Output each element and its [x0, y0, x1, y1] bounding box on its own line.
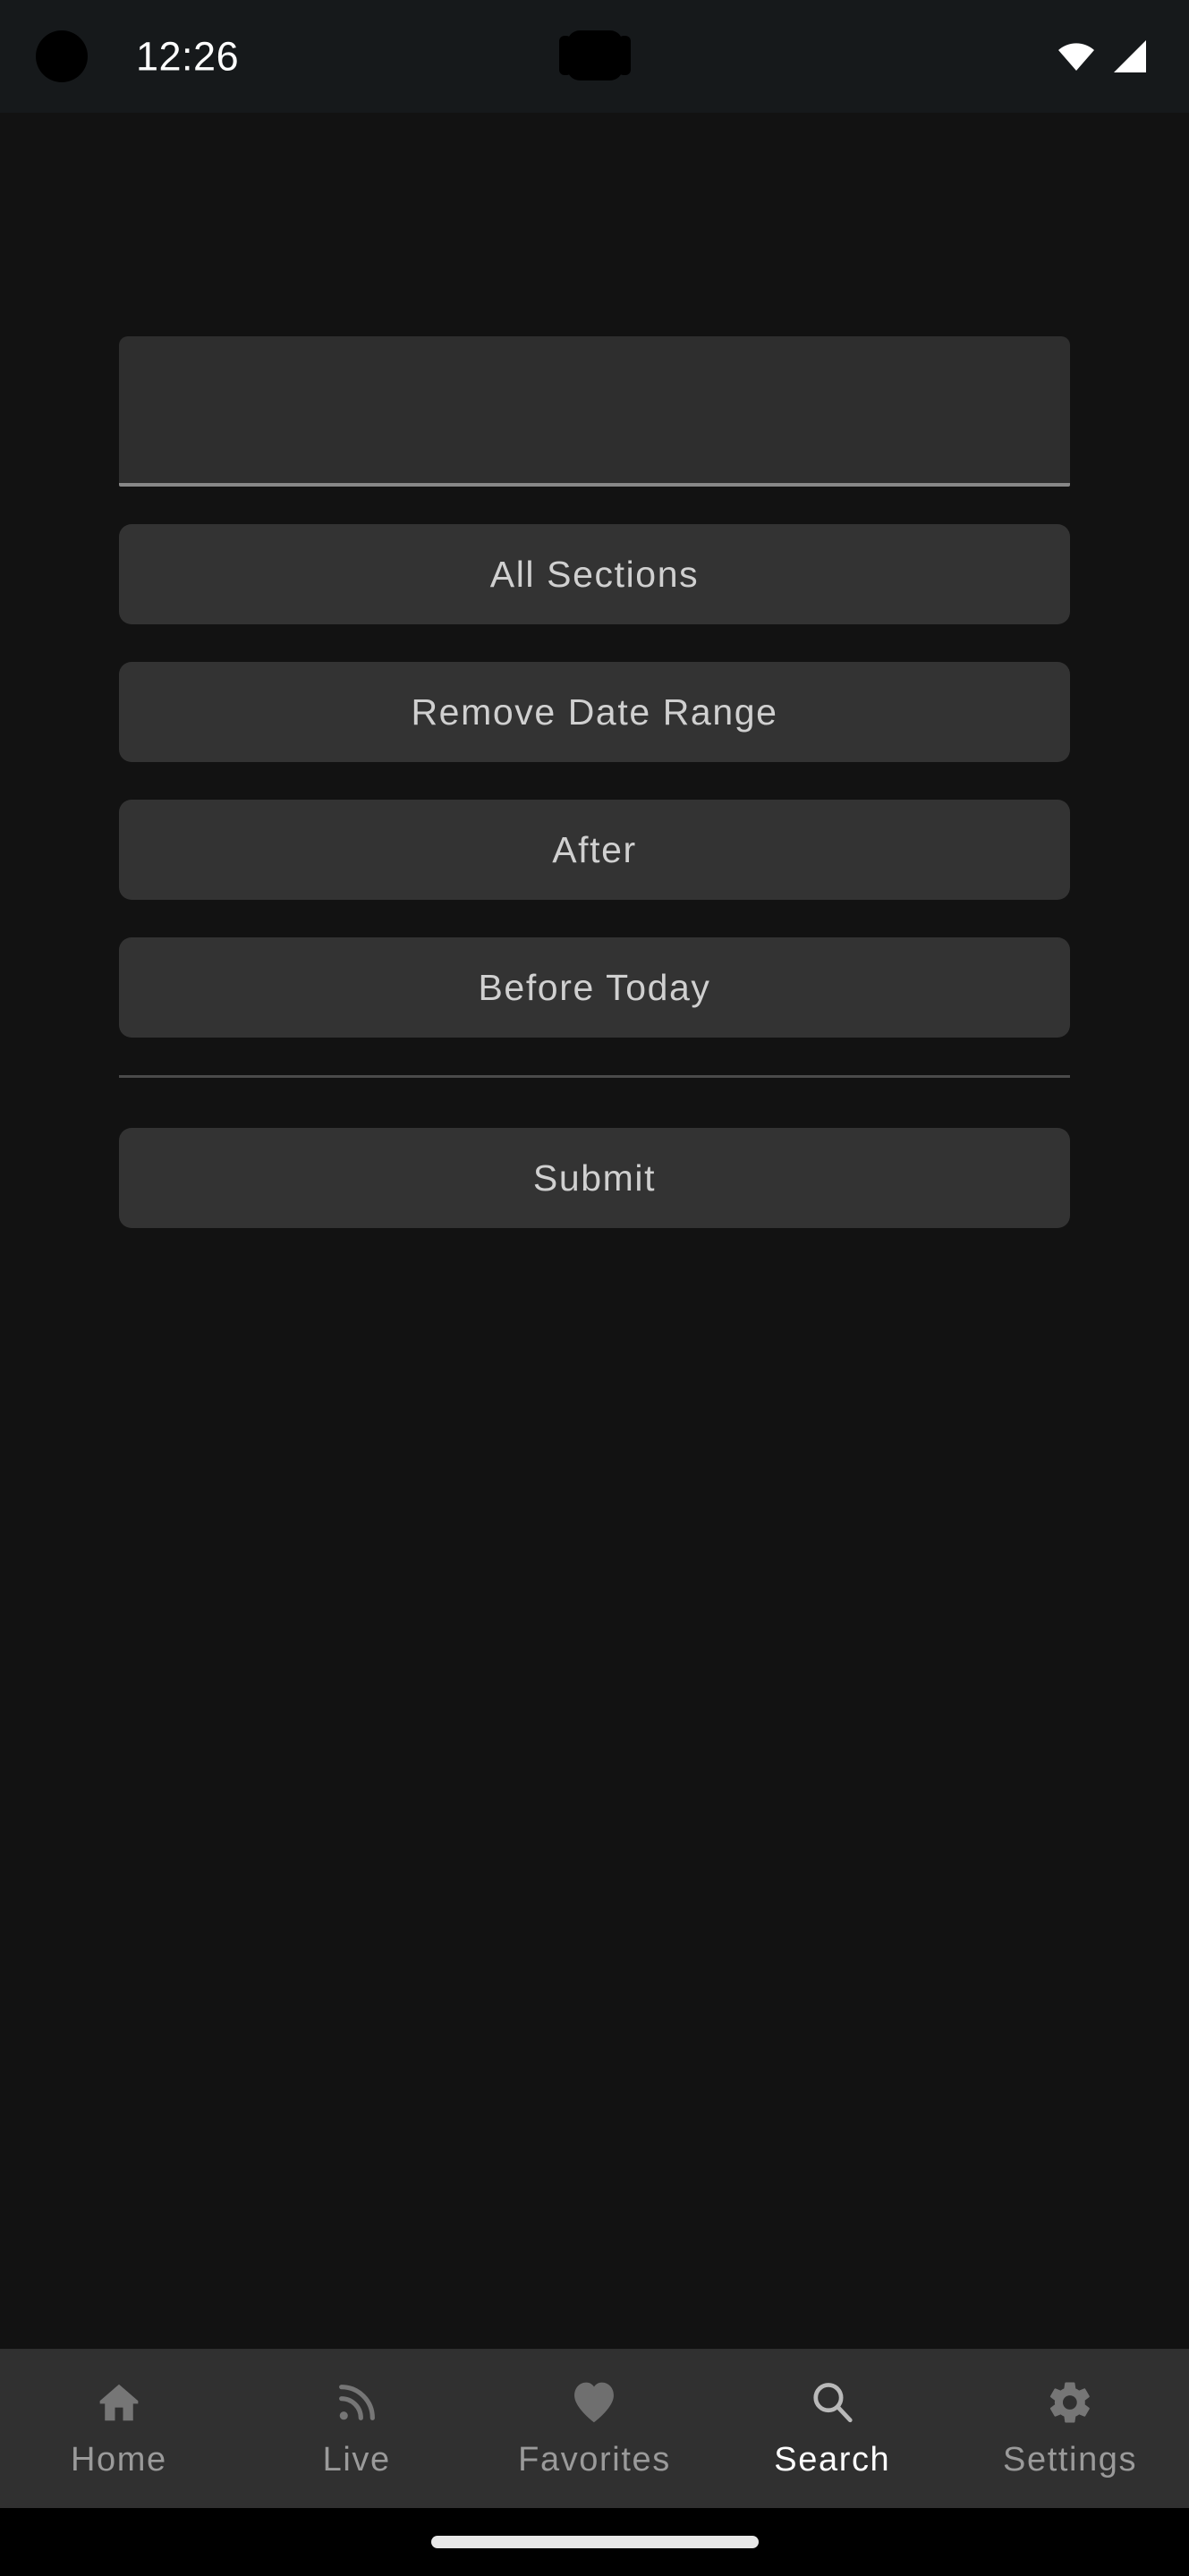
nav-label-live: Live [322, 2441, 391, 2479]
nav-item-search[interactable]: Search [713, 2349, 951, 2504]
status-bar-icons [1057, 38, 1148, 74]
gesture-navigation-area [0, 2508, 1189, 2576]
nav-item-favorites[interactable]: Favorites [476, 2349, 714, 2504]
search-input[interactable] [119, 336, 1070, 487]
search-icon [806, 2377, 858, 2428]
status-bar-clock: 12:26 [136, 33, 240, 80]
all-sections-button[interactable]: All Sections [119, 524, 1070, 624]
nav-label-search: Search [774, 2441, 891, 2479]
nav-label-favorites: Favorites [518, 2441, 671, 2479]
home-icon [93, 2377, 145, 2428]
notch-cutout [558, 30, 631, 80]
nav-item-home[interactable]: Home [0, 2349, 238, 2504]
submit-field: Submit [119, 1128, 1070, 1228]
search-screen-content: All Sections Remove Date Range After Bef… [0, 113, 1189, 2349]
remove-date-range-field: Remove Date Range [119, 662, 1070, 762]
all-sections-field: All Sections [119, 524, 1070, 624]
nav-label-home: Home [71, 2441, 167, 2479]
heart-icon [568, 2377, 620, 2428]
nav-item-settings[interactable]: Settings [951, 2349, 1189, 2504]
search-form: All Sections Remove Date Range After Bef… [119, 336, 1070, 1266]
bottom-navigation-bar: Home Live Favorites Search Settings [0, 2349, 1189, 2508]
nav-label-settings: Settings [1003, 2441, 1138, 2479]
nav-item-live[interactable]: Live [238, 2349, 476, 2504]
gesture-handle[interactable] [430, 2536, 759, 2548]
before-today-field: Before Today [119, 937, 1070, 1038]
remove-date-range-button[interactable]: Remove Date Range [119, 662, 1070, 762]
camera-cutout [36, 30, 88, 82]
after-button[interactable]: After [119, 800, 1070, 900]
search-query-field [119, 336, 1070, 487]
form-divider [119, 1075, 1070, 1078]
after-field: After [119, 800, 1070, 900]
broadcast-icon [331, 2377, 383, 2428]
gear-icon [1044, 2377, 1096, 2428]
submit-button[interactable]: Submit [119, 1128, 1070, 1228]
cellular-signal-icon [1112, 38, 1148, 74]
wifi-icon [1057, 41, 1096, 72]
phone-screen: 12:26 All Sections Remove Date Range Aft… [0, 0, 1189, 2576]
before-today-button[interactable]: Before Today [119, 937, 1070, 1038]
status-bar: 12:26 [0, 0, 1189, 113]
